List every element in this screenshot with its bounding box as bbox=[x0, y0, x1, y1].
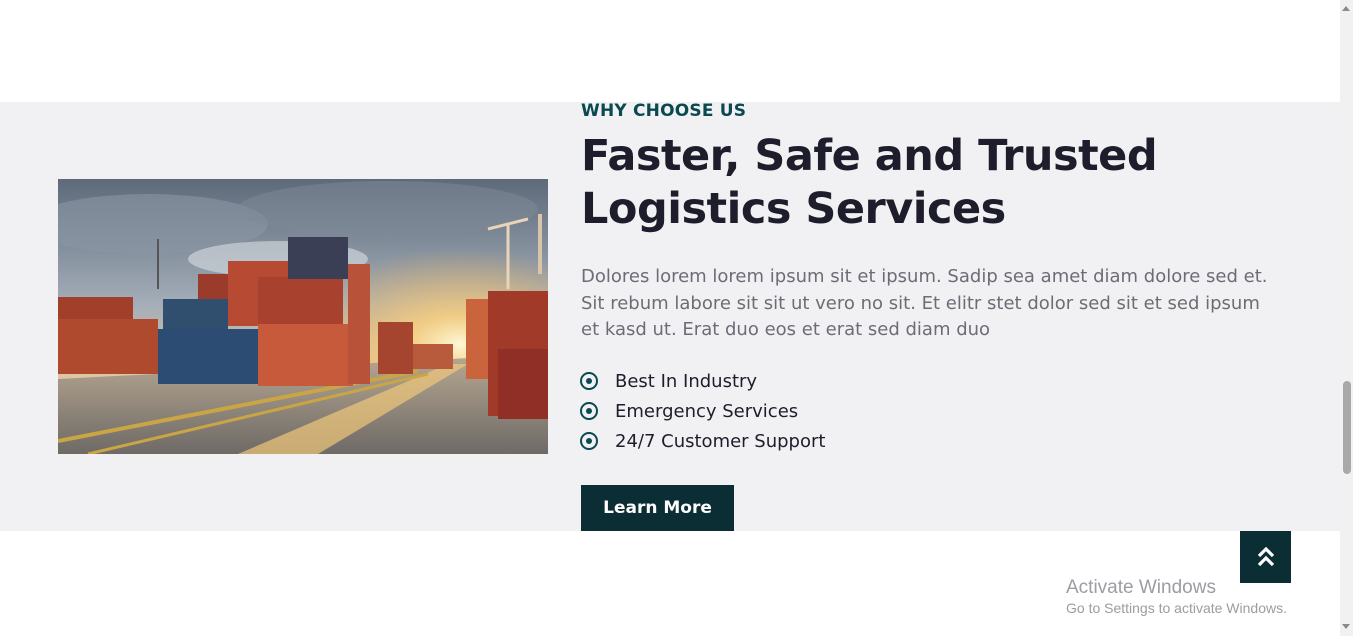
feature-label: 24/7 Customer Support bbox=[615, 430, 826, 452]
scroll-up-icon[interactable] bbox=[1342, 6, 1350, 11]
feature-list: Best In Industry Emergency Services 24/7… bbox=[580, 366, 825, 456]
radio-circle-icon bbox=[580, 372, 598, 390]
feature-item: Best In Industry bbox=[580, 366, 825, 396]
radio-circle-icon bbox=[580, 432, 598, 450]
feature-label: Best In Industry bbox=[615, 370, 758, 392]
double-chevron-up-icon bbox=[1257, 547, 1274, 567]
learn-more-button[interactable]: Learn More bbox=[581, 485, 734, 531]
title-line-2: Logistics Services bbox=[581, 184, 1006, 234]
windows-activation-watermark: Activate Windows Go to Settings to activ… bbox=[1066, 576, 1287, 617]
scroll-down-icon[interactable] bbox=[1342, 624, 1350, 629]
container-port-image bbox=[58, 179, 548, 454]
watermark-title: Activate Windows bbox=[1066, 577, 1216, 598]
feature-item: 24/7 Customer Support bbox=[580, 426, 825, 456]
vertical-scrollbar[interactable] bbox=[1340, 0, 1353, 636]
radio-circle-icon bbox=[580, 402, 598, 420]
scrollbar-thumb[interactable] bbox=[1343, 381, 1351, 474]
feature-label: Emergency Services bbox=[615, 400, 799, 422]
section-title: Faster, Safe and Trusted Logistics Servi… bbox=[581, 130, 1221, 236]
watermark-subtitle: Go to Settings to activate Windows. bbox=[1066, 600, 1287, 616]
feature-item: Emergency Services bbox=[580, 396, 825, 426]
section-eyebrow: WHY CHOOSE US bbox=[581, 101, 747, 121]
section-description: Dolores lorem lorem ipsum sit et ipsum. … bbox=[581, 266, 1268, 340]
title-line-1: Faster, Safe and Trusted bbox=[581, 131, 1158, 181]
